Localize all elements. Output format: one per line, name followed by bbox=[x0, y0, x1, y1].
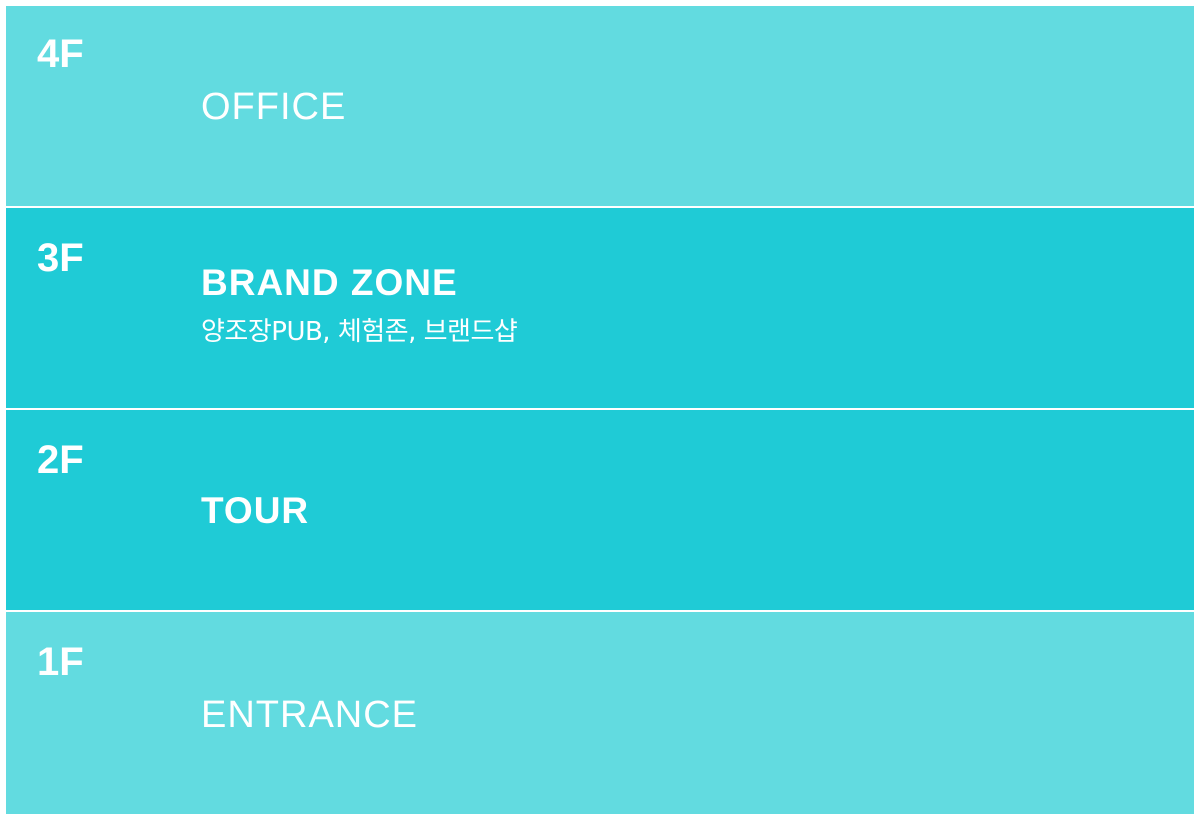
zone-title-brand-zone: BRAND ZONE bbox=[201, 262, 458, 303]
floor-label-2f: 2F bbox=[37, 438, 84, 482]
zone-title-tour: TOUR bbox=[201, 490, 310, 531]
zone-title-office: OFFICE bbox=[201, 86, 347, 128]
floor-3f-row[interactable]: 3F BRAND ZONE 양조장PUB, 체험존, 브랜드샵 bbox=[6, 208, 1194, 408]
floor-2f-row[interactable]: 2F TOUR bbox=[6, 410, 1194, 610]
floor-label-1f: 1F bbox=[37, 640, 84, 684]
floor-label-4f: 4F bbox=[37, 32, 84, 76]
floor-4f-row[interactable]: 4F OFFICE bbox=[6, 6, 1194, 206]
zone-title-entrance: ENTRANCE bbox=[201, 694, 419, 736]
floor-guide: 4F OFFICE 3F BRAND ZONE 양조장PUB, 체험존, 브랜드… bbox=[6, 6, 1194, 814]
floor-label-3f: 3F bbox=[37, 236, 84, 280]
floor-1f-row[interactable]: 1F ENTRANCE bbox=[6, 612, 1194, 814]
zone-subtitle-brand-zone: 양조장PUB, 체험존, 브랜드샵 bbox=[201, 317, 518, 347]
